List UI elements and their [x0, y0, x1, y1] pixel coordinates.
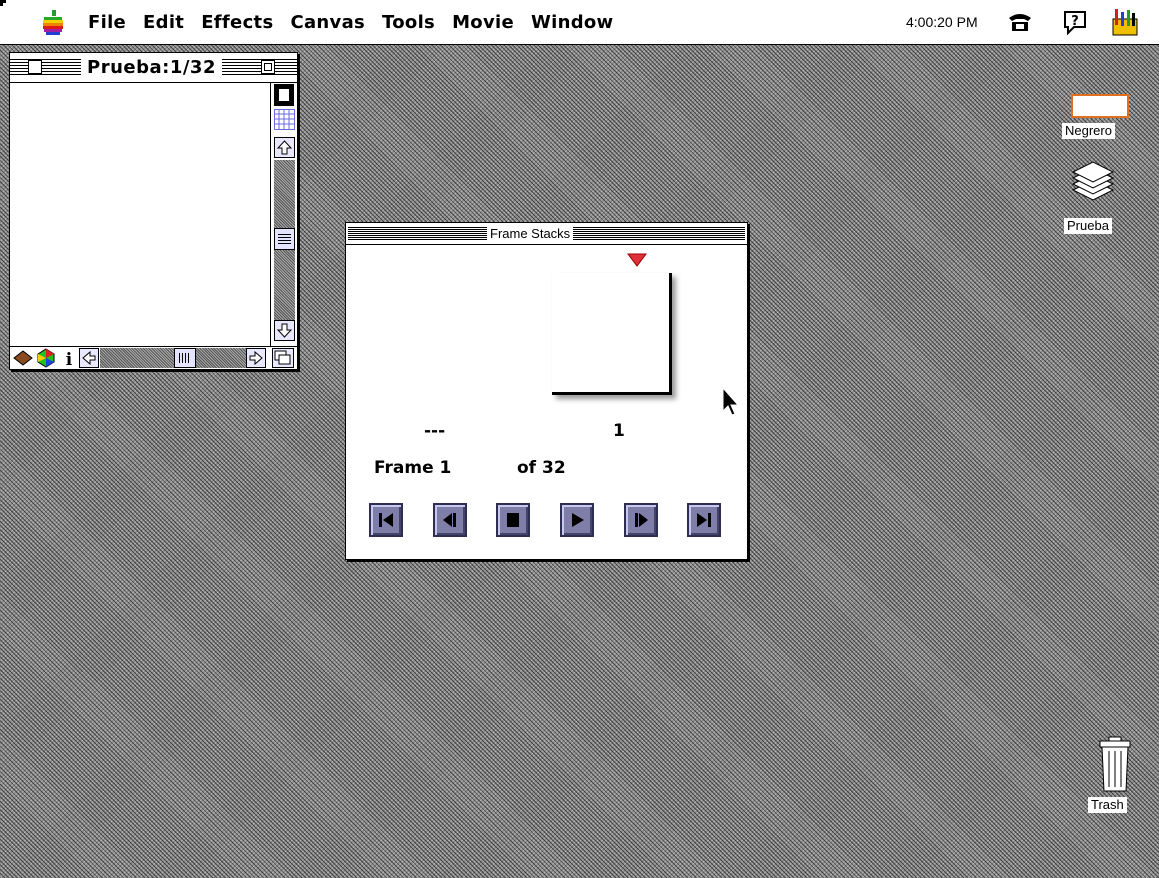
- menu-file[interactable]: File: [88, 12, 126, 33]
- desktop-icon-negrero[interactable]: Negrero: [1062, 92, 1138, 144]
- frame-marker-icon[interactable]: [627, 253, 647, 267]
- phone-icon[interactable]: [1007, 12, 1033, 32]
- scroll-track-upper[interactable]: [274, 160, 295, 228]
- document-icon: [1071, 94, 1129, 118]
- play-button[interactable]: [560, 503, 594, 537]
- previous-frame-label: ---: [424, 421, 446, 441]
- svg-text:?: ?: [1071, 14, 1079, 29]
- arrow-right-icon: [249, 350, 263, 366]
- app-icon[interactable]: [1110, 7, 1140, 37]
- desktop-label-trash: Trash: [1088, 797, 1127, 813]
- svg-text:i: i: [66, 350, 73, 368]
- step-forward-icon: [635, 513, 648, 527]
- last-frame-button[interactable]: [687, 503, 721, 537]
- scroll-left-button[interactable]: [79, 348, 99, 368]
- stop-button[interactable]: [496, 503, 530, 537]
- menu-list: File Edit Effects Canvas Tools Movie Win…: [88, 0, 630, 45]
- frame-stacks-title: Frame Stacks: [487, 225, 574, 243]
- frame-label: Frame 1: [374, 458, 452, 478]
- step-back-button[interactable]: [433, 503, 467, 537]
- menubar-clock[interactable]: 4:00:20 PM: [906, 14, 978, 30]
- play-icon: [572, 513, 584, 527]
- menu-movie[interactable]: Movie: [452, 12, 514, 33]
- close-box[interactable]: [28, 60, 42, 74]
- menu-effects[interactable]: Effects: [201, 12, 273, 33]
- scroll-down-button[interactable]: [274, 320, 295, 341]
- help-icon[interactable]: ?: [1062, 9, 1088, 35]
- step-back-icon: [443, 513, 456, 527]
- brush-icon[interactable]: [12, 349, 34, 367]
- frame-icon: [274, 350, 291, 365]
- menu-edit[interactable]: Edit: [143, 12, 184, 33]
- current-frame-number: 1: [613, 421, 625, 441]
- arrow-up-icon: [276, 140, 293, 155]
- frame-stacks-title-bar[interactable]: Frame Stacks: [346, 223, 747, 245]
- last-frame-icon: [697, 513, 711, 527]
- first-frame-button[interactable]: [369, 503, 403, 537]
- desktop-icon-trash[interactable]: Trash: [1085, 735, 1147, 817]
- prueba-window: Prueba:1/32 i: [9, 52, 298, 370]
- arrow-left-icon: [82, 350, 96, 366]
- color-swatch-icon[interactable]: [274, 84, 294, 106]
- first-frame-icon: [379, 513, 393, 527]
- arrow-down-icon: [276, 323, 293, 338]
- desktop-label-prueba: Prueba: [1064, 218, 1112, 234]
- scroll-up-button[interactable]: [274, 137, 295, 158]
- mouse-pointer-icon: [722, 387, 740, 416]
- vertical-scrollbar[interactable]: [270, 83, 297, 346]
- stack-icon: [1071, 161, 1115, 201]
- tool-strip: i: [10, 346, 297, 369]
- drawing-canvas[interactable]: [10, 83, 270, 346]
- prueba-title: Prueba:1/32: [81, 54, 222, 82]
- menu-tools[interactable]: Tools: [382, 12, 435, 33]
- desktop-label-negrero: Negrero: [1062, 123, 1115, 139]
- grid-icon[interactable]: [274, 109, 295, 130]
- scroll-thumb[interactable]: [274, 228, 295, 250]
- apple-icon[interactable]: [42, 10, 64, 36]
- screen-corner: [0, 0, 6, 6]
- trash-icon: [1099, 736, 1131, 792]
- frame-count-label: of 32: [517, 458, 566, 478]
- horizontal-scroll-thumb[interactable]: [174, 348, 196, 368]
- frame-stacks-window: Frame Stacks --- 1 Frame 1 of 32: [345, 222, 748, 560]
- menu-bar: File Edit Effects Canvas Tools Movie Win…: [0, 0, 1159, 45]
- color-wheel-icon[interactable]: [36, 348, 56, 368]
- horizontal-scroll-track[interactable]: [100, 348, 266, 368]
- scroll-right-button[interactable]: [246, 348, 266, 368]
- stop-icon: [507, 513, 519, 527]
- zoom-box[interactable]: [261, 60, 275, 74]
- desktop-icon-prueba[interactable]: Prueba: [1063, 160, 1133, 238]
- info-icon[interactable]: i: [60, 348, 78, 368]
- frame-preview[interactable]: [552, 273, 672, 395]
- resize-box[interactable]: [272, 348, 294, 368]
- menu-canvas[interactable]: Canvas: [290, 12, 365, 33]
- prueba-title-bar[interactable]: Prueba:1/32: [10, 53, 297, 83]
- menu-window[interactable]: Window: [531, 12, 614, 33]
- step-forward-button[interactable]: [624, 503, 658, 537]
